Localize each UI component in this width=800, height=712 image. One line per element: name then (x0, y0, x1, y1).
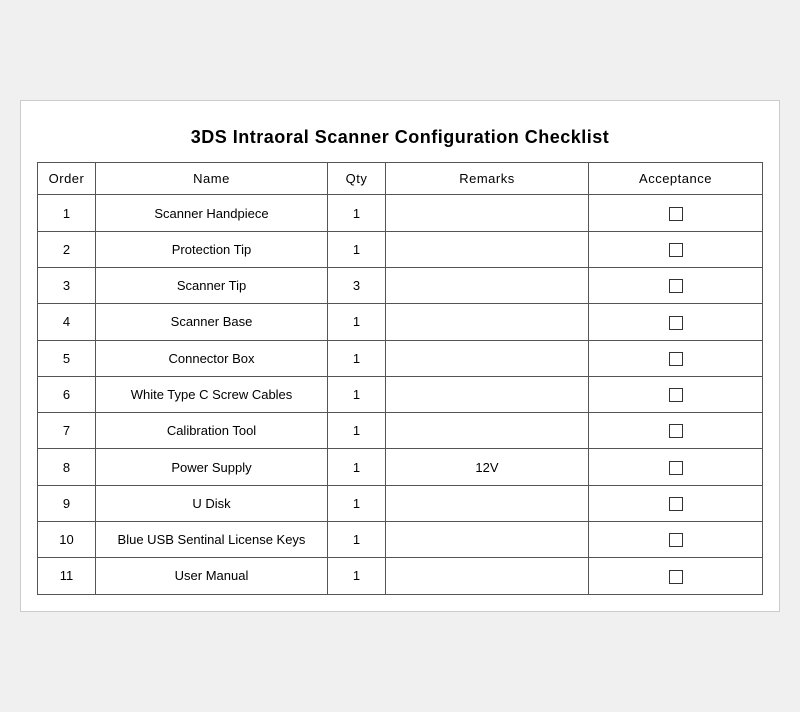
cell-order: 3 (38, 267, 96, 303)
checkbox-icon[interactable] (669, 424, 683, 438)
cell-remarks (386, 376, 589, 412)
cell-name: Blue USB Sentinal License Keys (96, 522, 328, 558)
cell-remarks (386, 485, 589, 521)
checkbox-icon[interactable] (669, 243, 683, 257)
col-header-qty: Qty (328, 163, 386, 195)
table-row: 3Scanner Tip3 (38, 267, 763, 303)
table-row: 11User Manual1 (38, 558, 763, 594)
cell-name: White Type C Screw Cables (96, 376, 328, 412)
cell-qty: 1 (328, 485, 386, 521)
checklist-wrapper: 3DS Intraoral Scanner Configuration Chec… (20, 100, 780, 611)
cell-acceptance[interactable] (589, 413, 763, 449)
cell-order: 6 (38, 376, 96, 412)
cell-order: 11 (38, 558, 96, 594)
col-header-name: Name (96, 163, 328, 195)
table-row: 4Scanner Base1 (38, 304, 763, 340)
cell-remarks (386, 304, 589, 340)
table-row: 2Protection Tip1 (38, 231, 763, 267)
checkbox-icon[interactable] (669, 570, 683, 584)
cell-qty: 3 (328, 267, 386, 303)
cell-remarks (386, 522, 589, 558)
cell-remarks (386, 195, 589, 231)
checkbox-icon[interactable] (669, 497, 683, 511)
cell-acceptance[interactable] (589, 195, 763, 231)
cell-order: 9 (38, 485, 96, 521)
cell-acceptance[interactable] (589, 522, 763, 558)
checkbox-icon[interactable] (669, 461, 683, 475)
col-header-acceptance: Acceptance (589, 163, 763, 195)
table-row: 7Calibration Tool1 (38, 413, 763, 449)
cell-qty: 1 (328, 413, 386, 449)
cell-remarks (386, 558, 589, 594)
table-row: 9U Disk1 (38, 485, 763, 521)
cell-order: 7 (38, 413, 96, 449)
cell-qty: 1 (328, 340, 386, 376)
cell-acceptance[interactable] (589, 304, 763, 340)
table-row: 5Connector Box1 (38, 340, 763, 376)
cell-remarks (386, 267, 589, 303)
cell-qty: 1 (328, 195, 386, 231)
cell-acceptance[interactable] (589, 267, 763, 303)
checkbox-icon[interactable] (669, 533, 683, 547)
cell-acceptance[interactable] (589, 558, 763, 594)
cell-name: Connector Box (96, 340, 328, 376)
cell-name: Power Supply (96, 449, 328, 485)
cell-order: 5 (38, 340, 96, 376)
col-header-remarks: Remarks (386, 163, 589, 195)
cell-acceptance[interactable] (589, 449, 763, 485)
cell-order: 8 (38, 449, 96, 485)
cell-order: 2 (38, 231, 96, 267)
cell-name: Calibration Tool (96, 413, 328, 449)
cell-qty: 1 (328, 522, 386, 558)
checkbox-icon[interactable] (669, 207, 683, 221)
cell-name: User Manual (96, 558, 328, 594)
checkbox-icon[interactable] (669, 388, 683, 402)
table-row: 1Scanner Handpiece1 (38, 195, 763, 231)
page-title: 3DS Intraoral Scanner Configuration Chec… (37, 117, 763, 162)
cell-qty: 1 (328, 449, 386, 485)
cell-qty: 1 (328, 376, 386, 412)
cell-order: 4 (38, 304, 96, 340)
cell-name: Protection Tip (96, 231, 328, 267)
checkbox-icon[interactable] (669, 279, 683, 293)
table-row: 8Power Supply112V (38, 449, 763, 485)
cell-acceptance[interactable] (589, 340, 763, 376)
table-row: 10Blue USB Sentinal License Keys1 (38, 522, 763, 558)
cell-name: Scanner Handpiece (96, 195, 328, 231)
cell-order: 1 (38, 195, 96, 231)
cell-acceptance[interactable] (589, 376, 763, 412)
cell-remarks (386, 231, 589, 267)
col-header-order: Order (38, 163, 96, 195)
cell-qty: 1 (328, 558, 386, 594)
cell-name: Scanner Base (96, 304, 328, 340)
cell-acceptance[interactable] (589, 231, 763, 267)
cell-name: U Disk (96, 485, 328, 521)
checkbox-icon[interactable] (669, 316, 683, 330)
cell-qty: 1 (328, 304, 386, 340)
cell-acceptance[interactable] (589, 485, 763, 521)
checkbox-icon[interactable] (669, 352, 683, 366)
cell-qty: 1 (328, 231, 386, 267)
table-row: 6White Type C Screw Cables1 (38, 376, 763, 412)
cell-remarks (386, 413, 589, 449)
cell-name: Scanner Tip (96, 267, 328, 303)
checklist-table: Order Name Qty Remarks Acceptance 1Scann… (37, 162, 763, 594)
cell-remarks: 12V (386, 449, 589, 485)
cell-remarks (386, 340, 589, 376)
table-header-row: Order Name Qty Remarks Acceptance (38, 163, 763, 195)
cell-order: 10 (38, 522, 96, 558)
